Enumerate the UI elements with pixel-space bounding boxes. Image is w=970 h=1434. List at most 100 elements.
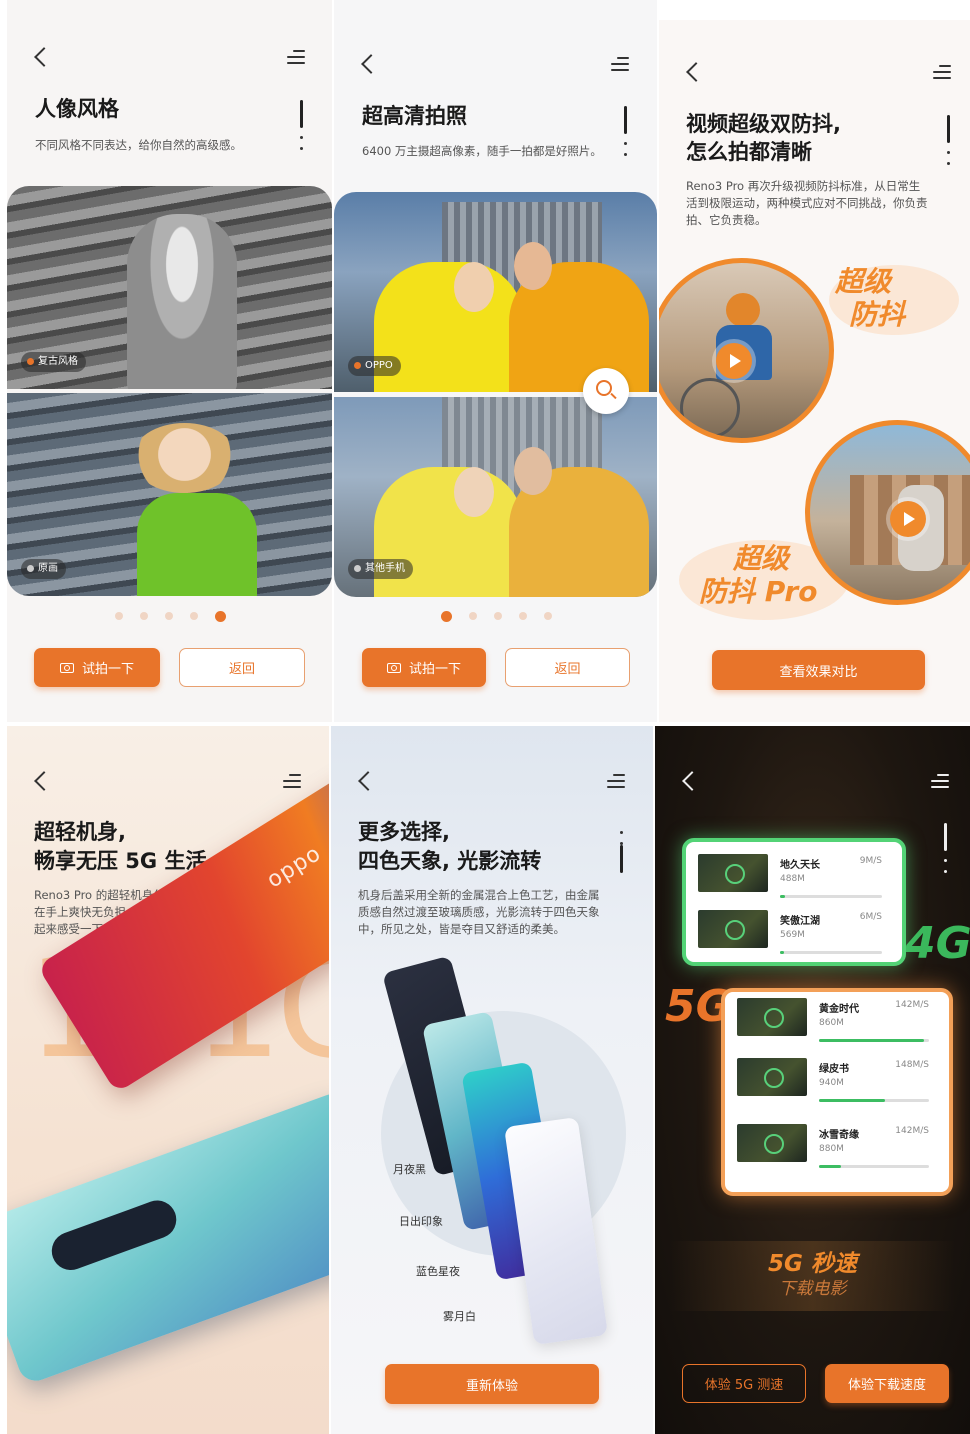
page-description: 6400 万主摄超高像素，随手一拍都是好照片。 xyxy=(362,144,602,158)
download-speed: 142M/S xyxy=(895,1126,929,1136)
bike-wheel xyxy=(680,378,740,438)
portrait-figure xyxy=(132,423,237,493)
download-row[interactable]: 地久天长 488M 9M/S xyxy=(698,854,890,906)
page-dot[interactable] xyxy=(494,612,502,620)
page-dot[interactable] xyxy=(190,612,198,620)
screen-hd-photo: 超高清拍照 6400 万主摄超高像素，随手一拍都是好照片。 OPPO 其他手机 … xyxy=(334,0,657,722)
test-5g-speed-button[interactable]: 体验 5G 测速 xyxy=(682,1364,806,1403)
try-shoot-button[interactable]: 试拍一下 xyxy=(362,648,486,687)
face xyxy=(514,242,552,290)
page-description: 不同风格不同表达，给你自然的高级感。 xyxy=(35,138,242,152)
helmet xyxy=(726,293,760,327)
card-5g-downloads: 黄金时代 860M 142M/S 绿皮书 940M 148M/S 冰雪奇缘 88… xyxy=(721,988,953,1196)
color-label: 雾月白 xyxy=(443,1310,476,1323)
page-title-line1: 更多选择, xyxy=(358,820,450,844)
return-button[interactable]: 返回 xyxy=(505,648,630,687)
screen-video-stabilization: 视频超级双防抖, 怎么拍都清晰 Reno3 Pro 再次升级视频防抖标准，从日常… xyxy=(659,20,970,722)
page-dot[interactable] xyxy=(140,612,148,620)
camera-icon xyxy=(59,662,74,673)
scroll-indicator xyxy=(944,823,947,873)
face xyxy=(454,262,494,312)
camera-icon xyxy=(386,662,401,673)
download-speed: 9M/S xyxy=(859,856,882,866)
menu-icon[interactable] xyxy=(611,57,629,71)
page-dot[interactable] xyxy=(544,612,552,620)
face xyxy=(514,447,552,495)
page-dots xyxy=(441,610,552,622)
screen-lightweight: 超轻机身, 畅享无压 5G 生活 Reno3 Pro 的超轻机身仅有 171g … xyxy=(7,726,329,1434)
zoom-in-button[interactable] xyxy=(583,368,629,414)
page-title-line2: 畅享无压 5G 生活 xyxy=(34,849,207,873)
test-download-button[interactable]: 体验下载速度 xyxy=(825,1364,949,1403)
page-dot[interactable] xyxy=(519,612,527,620)
progress-bar xyxy=(819,1099,929,1102)
back-arrow-icon[interactable] xyxy=(34,47,54,67)
menu-icon[interactable] xyxy=(933,65,951,79)
screen-5g-speed: 4G 5G 地久天长 488M 9M/S 笑傲江湖 569M 6M/S 黄金时代 xyxy=(655,726,970,1434)
style-badge: 原画 xyxy=(21,559,66,579)
back-arrow-icon[interactable] xyxy=(361,54,381,74)
face xyxy=(454,467,494,517)
movie-title: 地久天长 xyxy=(780,860,820,871)
page-dot-active[interactable] xyxy=(441,610,452,622)
download-row[interactable]: 笑傲江湖 569M 6M/S xyxy=(698,910,890,962)
play-icon[interactable] xyxy=(716,343,752,379)
photo-oppo: OPPO xyxy=(334,192,657,392)
movie-size: 569M xyxy=(780,930,805,940)
scroll-indicator xyxy=(947,115,950,165)
movie-title: 绿皮书 xyxy=(819,1064,849,1075)
color-label: 日出印象 xyxy=(399,1215,443,1228)
progress-bar xyxy=(780,895,882,898)
video-thumb-stabilization[interactable] xyxy=(659,258,834,443)
menu-icon[interactable] xyxy=(283,774,301,788)
movie-size: 880M xyxy=(819,1144,844,1154)
color-label: 月夜黑 xyxy=(393,1163,426,1176)
movie-title: 黄金时代 xyxy=(819,1004,859,1015)
download-speed: 148M/S xyxy=(895,1060,929,1070)
back-arrow-icon[interactable] xyxy=(358,771,378,791)
replay-button[interactable]: 重新体验 xyxy=(385,1364,599,1404)
page-dot[interactable] xyxy=(115,612,123,620)
download-row[interactable]: 冰雪奇缘 880M 142M/S xyxy=(737,1124,937,1176)
return-button[interactable]: 返回 xyxy=(179,648,305,687)
menu-icon[interactable] xyxy=(607,774,625,788)
headline: 5G 秒速 xyxy=(768,1251,857,1277)
back-arrow-icon[interactable] xyxy=(686,62,706,82)
page-title-line2: 四色天象, 光影流转 xyxy=(358,849,542,873)
movie-thumbnail xyxy=(737,1058,807,1096)
download-row[interactable]: 黄金时代 860M 142M/S xyxy=(737,998,937,1050)
green-sweater xyxy=(137,493,257,596)
download-row[interactable]: 绿皮书 940M 148M/S xyxy=(737,1058,937,1110)
movie-thumbnail xyxy=(698,854,768,892)
photo-retro-style: 复古风格 xyxy=(7,186,332,389)
scroll-indicator xyxy=(620,823,623,873)
style-badge: 复古风格 xyxy=(21,352,86,372)
scroll-indicator xyxy=(624,106,627,156)
camera-badge: 其他手机 xyxy=(348,559,413,579)
camera-module xyxy=(46,1195,182,1276)
movie-thumbnail xyxy=(737,1124,807,1162)
phone-teal xyxy=(7,1089,329,1386)
subheadline: 下载电影 xyxy=(778,1279,847,1299)
play-icon[interactable] xyxy=(890,501,926,537)
label-4g: 4G xyxy=(905,918,970,969)
page-dots xyxy=(115,610,226,622)
try-shoot-button[interactable]: 试拍一下 xyxy=(34,648,160,687)
page-dot[interactable] xyxy=(469,612,477,620)
screenshot-collage: 人像风格 不同风格不同表达，给你自然的高级感。 复古风格 原画 试拍一下 返回 … xyxy=(0,0,970,1434)
page-description: Reno3 Pro 再次升级视频防抖标准，从日常生活到极限运动，两种模式应对不同… xyxy=(686,179,928,227)
screen-portrait-style: 人像风格 不同风格不同表达，给你自然的高级感。 复古风格 原画 试拍一下 返回 xyxy=(7,0,332,722)
page-dot[interactable] xyxy=(165,612,173,620)
back-arrow-icon[interactable] xyxy=(34,771,54,791)
movie-title: 笑傲江湖 xyxy=(780,916,820,927)
back-arrow-icon[interactable] xyxy=(682,771,702,791)
page-title-line1: 超轻机身, xyxy=(34,820,126,844)
zoom-handle xyxy=(610,392,617,400)
page-dot-active[interactable] xyxy=(215,610,226,622)
download-speed: 142M/S xyxy=(895,1000,929,1010)
screen-colors: 更多选择, 四色天象, 光影流转 机身后盖采用全新的金属混合上色工艺，由金属质感… xyxy=(331,726,653,1434)
oppo-logo: oppo xyxy=(262,840,326,894)
view-comparison-button[interactable]: 查看效果对比 xyxy=(712,650,925,690)
menu-icon[interactable] xyxy=(931,774,949,788)
menu-icon[interactable] xyxy=(287,50,305,64)
